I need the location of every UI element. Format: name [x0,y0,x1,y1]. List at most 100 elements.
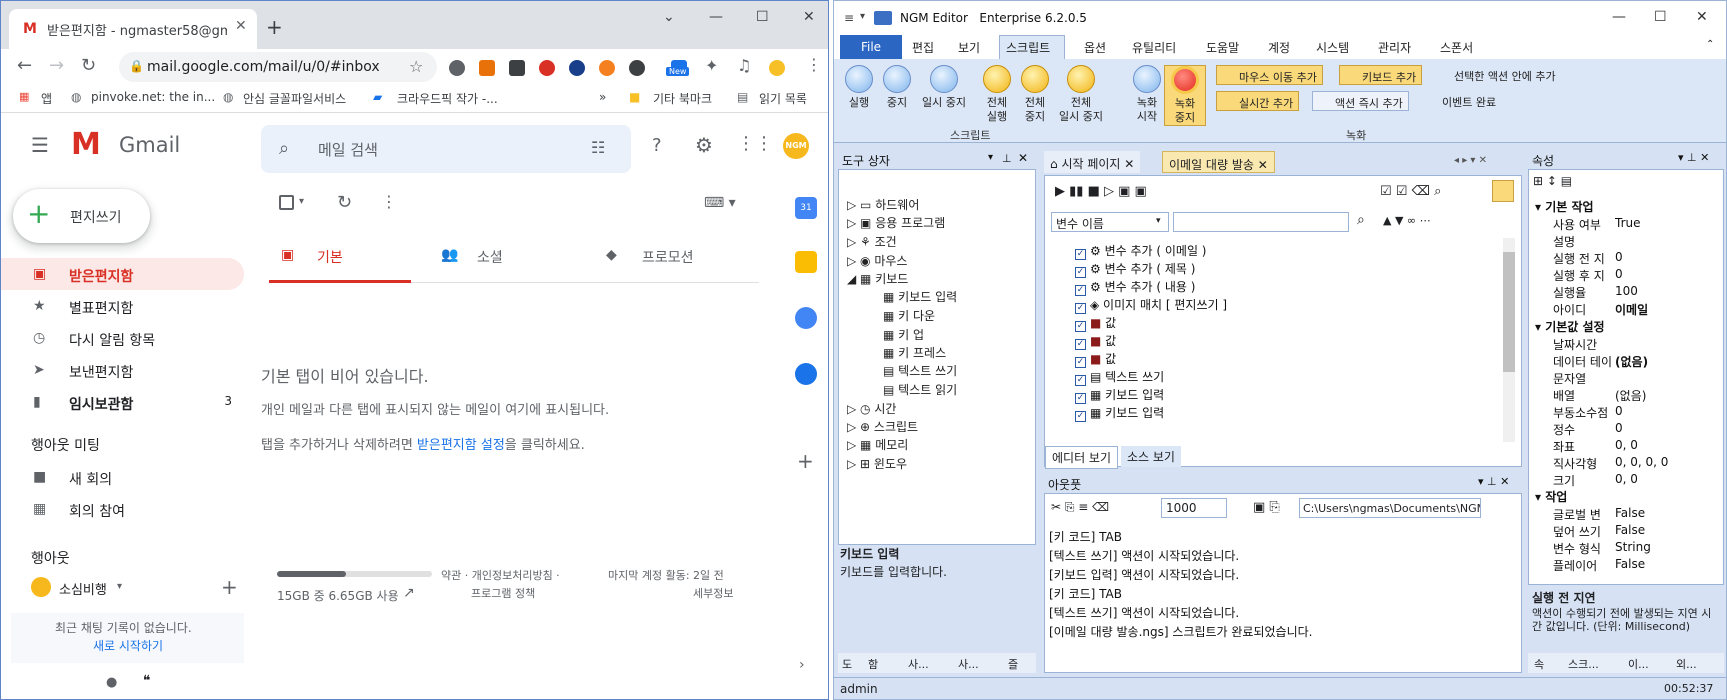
extension-icon[interactable] [599,60,615,76]
prop-value[interactable]: False [1615,557,1645,571]
run-button[interactable]: 실행 [838,65,880,110]
tab-source-view[interactable]: 소스 보기 [1121,446,1181,467]
bookmark-item[interactable]: 앱 [41,90,52,107]
prop-row[interactable]: 데이터 테이 (없음) [1529,352,1725,369]
tab-editor-view[interactable]: 에디터 보기 [1045,446,1119,469]
prop-value[interactable]: 0, 0 [1615,472,1638,486]
tasks-icon[interactable] [795,307,817,329]
chat-bubble-icon[interactable]: ❝ [143,673,151,689]
close-window-button[interactable]: ✕ [803,9,815,25]
minimize-button[interactable]: — [1612,9,1626,25]
tree-memory[interactable]: ▷ ▦ 메모리 [847,436,908,453]
tree-toggle-icon[interactable] [1492,180,1514,202]
tab-social[interactable]: 👥 소셜 [429,233,579,283]
bookmark-item[interactable]: 안심 글꼴파일서비스 [243,90,346,107]
prop-value[interactable]: True [1615,216,1641,230]
account-avatar[interactable]: NGM [783,133,809,159]
prop-value[interactable]: (없음) [1615,353,1648,370]
add-mouse-move-button[interactable]: 마우스 이동 추가 [1216,65,1323,85]
prop-row[interactable]: 변수 형식 String [1529,539,1725,556]
script-row[interactable]: ✓ ■ 값 [1075,350,1116,368]
tab-start-page[interactable]: ⌂ 시작 페이지 ✕ [1044,151,1141,173]
prop-value[interactable]: 0 [1615,250,1623,264]
details-link[interactable]: 세부정보 [693,585,733,601]
tree-condition[interactable]: ▷ ⚘ 조건 [847,233,897,250]
stop-button[interactable]: 중지 [876,65,918,110]
record-stop-button[interactable]: 녹화 중지 [1164,65,1206,126]
prop-row[interactable]: 실행 전 지 0 [1529,249,1725,266]
prop-value[interactable]: 0 [1615,421,1623,435]
tab-props[interactable]: 속 [1534,656,1544,672]
editor-actions-icons[interactable]: ☑ ☑ ⌫ ⌕ [1380,184,1441,199]
maximize-button[interactable]: ☐ [1654,9,1667,25]
search-options-icon[interactable]: ☷ [591,138,605,157]
meet-new-meeting[interactable]: ■ 새 회의 [1,461,244,493]
tree-key-down[interactable]: ▦ 키 다운 [883,307,935,324]
tree-time[interactable]: ▷ ◷ 시간 [847,400,896,417]
tab-favorites[interactable]: 즐 [1008,656,1018,672]
prop-row[interactable]: 설명 [1529,232,1725,249]
browser-tab[interactable]: M 받은편지함 - ngmaster58@gma ✕ [9,9,257,49]
script-row[interactable]: ✓ ■ 값 [1075,332,1116,350]
minimize-button[interactable]: — [709,9,723,25]
apps-icon[interactable]: ⋮⋮ [737,133,773,154]
menu-view[interactable]: 보기 [958,39,980,56]
bookmark-star-icon[interactable]: ☆ [409,57,423,76]
select-all-checkbox[interactable] [279,195,294,210]
script-row[interactable]: ✓ ◈ 이미지 매치 [ 편지쓰기 ] [1075,296,1227,314]
prop-row[interactable]: 정수 0 [1529,420,1725,437]
row-checkbox[interactable]: ✓ [1075,321,1086,332]
prop-value[interactable]: String [1615,540,1651,554]
bookmark-item[interactable]: 크라우드픽 작가 -... [397,90,498,107]
forward-icon[interactable]: → [49,55,64,76]
extension-icon[interactable] [539,60,555,76]
panel-menu-icon[interactable]: ▾ [988,152,993,163]
tab-toolbox[interactable]: 도 [842,656,852,672]
chevron-down-icon[interactable]: ▾ [860,11,865,22]
extension-icon[interactable] [449,60,465,76]
menu-utility[interactable]: 유틸리티 [1132,39,1176,56]
tree-mouse[interactable]: ▷ ◉ 마우스 [847,252,907,269]
help-icon[interactable]: ? [652,135,662,156]
prop-value[interactable]: 0 [1615,267,1623,281]
expand-panel-icon[interactable]: › [799,657,805,673]
row-checkbox[interactable]: ✓ [1075,249,1086,260]
extension-icon[interactable] [569,60,585,76]
add-action-now-button[interactable]: 액션 즉시 추가 [1312,91,1409,111]
menu-options[interactable]: 옵션 [1084,39,1106,56]
row-checkbox[interactable]: ✓ [1075,393,1086,404]
tab-script[interactable]: 스크... [1568,656,1599,672]
add-inside-selection-button[interactable]: 선택한 액션 안에 추가 [1432,65,1561,85]
tree-window[interactable]: ▷ ⊞ 윈도우 [847,455,907,472]
prop-row[interactable]: 부동소수점 0 [1529,403,1725,420]
contacts-icon[interactable] [795,363,817,385]
variable-select[interactable]: 변수 이름 ▾ [1051,212,1169,232]
prop-row[interactable]: 실행 후 지 0 [1529,266,1725,283]
prop-value[interactable]: 0, 0 [1615,438,1638,452]
row-checkbox[interactable]: ✓ [1075,285,1086,296]
new-tab-button[interactable]: + [266,15,283,39]
tree-key-press[interactable]: ▦ 키 프레스 [883,344,946,361]
prop-row[interactable]: 크기 0, 0 [1529,471,1725,488]
editor-scrollbar[interactable] [1503,238,1515,442]
meet-join[interactable]: ▦ 회의 참여 [1,493,244,525]
hangouts-user[interactable]: 소심비행 [59,579,107,598]
bookmark-item[interactable]: pinvoke.net: the in... [91,90,215,104]
maximize-button[interactable]: ☐ [756,9,769,25]
add-chat-icon[interactable]: + [221,575,238,599]
prop-row[interactable]: 직사각형 0, 0, 0, 0 [1529,454,1725,471]
script-row[interactable]: ✓ ■ 값 [1075,314,1116,332]
nav-inbox[interactable]: ▣ 받은편지함 [1,258,244,290]
tree-hardware[interactable]: ▷ ▭ 하드웨어 [847,196,919,213]
scroll-thumb[interactable] [1503,252,1515,372]
profile-avatar-icon[interactable] [769,60,785,76]
script-row[interactable]: ✓ ▦ 키보드 입력 [1075,386,1164,404]
prop-row[interactable]: 사용 여부 True [1529,215,1725,232]
main-menu-icon[interactable]: ☰ [31,133,49,157]
tree-text-read[interactable]: ▤ 텍스트 읽기 [883,381,957,398]
add-addon-icon[interactable]: + [797,449,814,473]
chevron-down-icon[interactable]: ▾ [117,581,122,592]
props-toolbar-icons[interactable]: ⊞ ↕ ▤ [1533,174,1572,188]
row-checkbox[interactable]: ✓ [1075,339,1086,350]
output-path[interactable]: C:\Users\ngmas\Documents\NGM6\ [1299,498,1481,518]
